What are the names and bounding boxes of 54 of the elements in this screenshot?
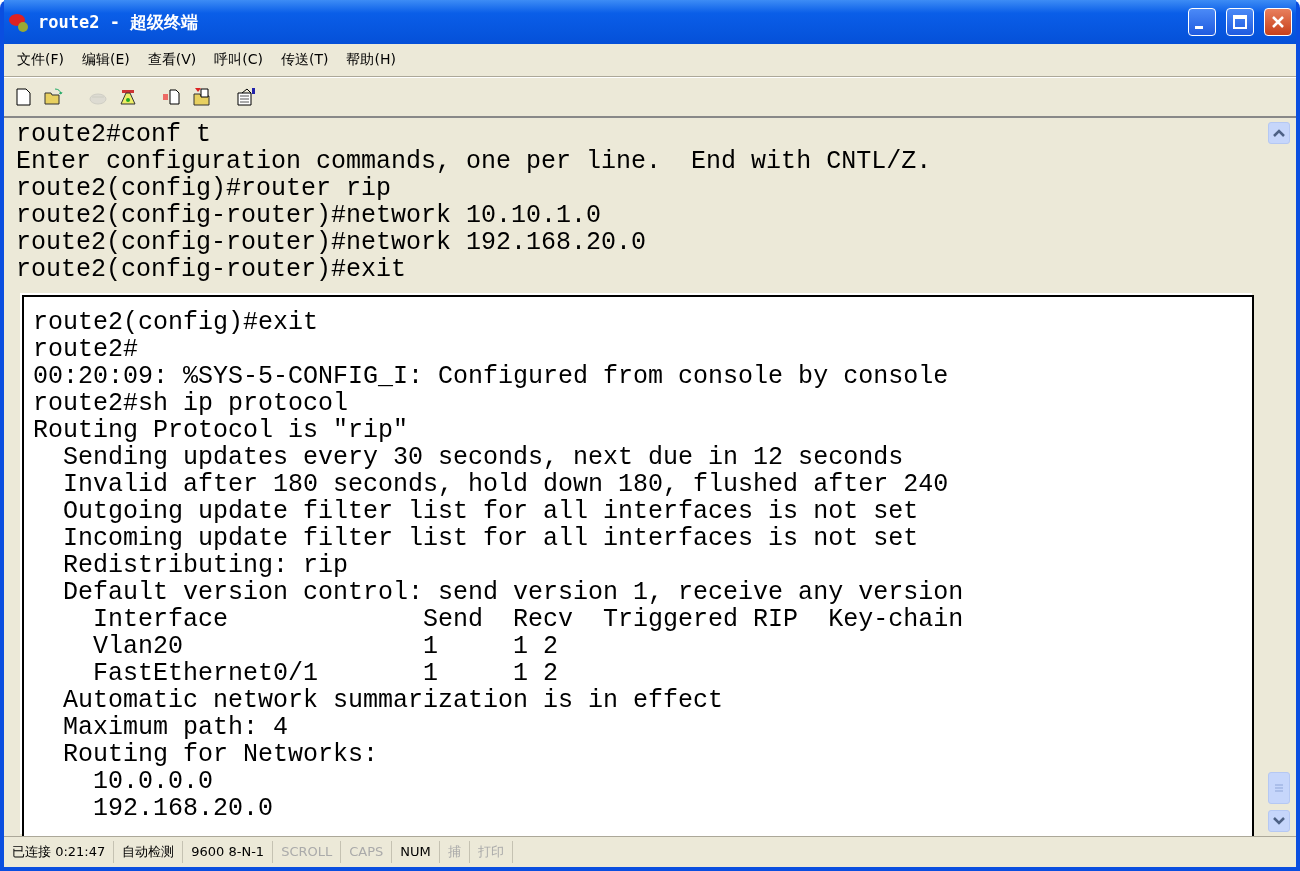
scroll-up-button[interactable] <box>1268 122 1290 144</box>
terminal-line: Default version control: send version 1, receive any version <box>62 579 965 606</box>
status-indicator: 打印 <box>469 841 513 863</box>
terminal-line: route2(config)#router rip <box>16 175 393 202</box>
maximize-icon <box>1233 15 1247 29</box>
terminal-line: Sending updates every 30 seconds, next due in 12 seconds <box>62 444 905 471</box>
menu-item[interactable]: 查看(V) <box>140 49 204 71</box>
scroll-down-button[interactable] <box>1268 810 1290 832</box>
terminal-line: FastEthernet0/1 1 1 2 <box>92 660 560 687</box>
terminal-line: route2(config-router)#network 10.10.1.0 <box>16 202 603 229</box>
menu-item[interactable]: 呼叫(C) <box>207 49 270 71</box>
status-indicator: 捕 <box>439 841 470 863</box>
terminal-line: route2#sh ip protocol <box>33 390 350 417</box>
minimize-icon <box>1195 25 1203 29</box>
terminal-line: Interface Send Recv Triggered RIP Key-chain <box>92 606 965 633</box>
terminal-line: route2(config-router)#network 192.168.20.0 <box>16 229 648 256</box>
chevron-up-icon <box>1273 129 1285 137</box>
terminal-line: route2(config)#exit <box>33 309 320 336</box>
status-indicator: 已连接 0:21:47 <box>4 841 115 863</box>
minimize-button[interactable] <box>1188 8 1216 36</box>
terminal-line: Enter configuration commands, one per line. End with CNTL/Z. <box>16 148 933 175</box>
terminal-line: route2(config-router)#exit <box>16 256 408 283</box>
terminal-line: Redistributing: rip <box>62 552 350 579</box>
terminal-line: Automatic network summarization is in effect <box>62 687 725 714</box>
window-title: route2 - 超级终端 <box>38 10 200 34</box>
close-button[interactable] <box>1264 8 1292 36</box>
terminal-line: Vlan20 1 1 2 <box>92 633 560 660</box>
terminal-line: Outgoing update filter list for all interfaces is not set <box>62 498 920 525</box>
scroll-thumb[interactable] <box>1268 772 1290 804</box>
close-icon <box>1271 15 1285 29</box>
status-indicator: SCROLL <box>273 841 342 863</box>
chevron-down-icon <box>1273 817 1285 825</box>
terminal-line: route2# <box>33 336 140 363</box>
status-indicator: 自动检测 <box>114 841 184 863</box>
terminal-line: Maximum path: 4 <box>62 714 290 741</box>
terminal-line: 00:20:09: %SYS-5-CONFIG_I: Configured from console by console <box>33 363 950 390</box>
terminal-line: Routing Protocol is "rip" <box>33 417 410 444</box>
maximize-button[interactable] <box>1226 8 1254 36</box>
app-icon <box>8 11 30 33</box>
menu-item[interactable]: 传送(T) <box>274 49 336 71</box>
terminal-line: route2#conf t <box>16 121 213 148</box>
grip-icon <box>1274 783 1284 793</box>
terminal-line: 192.168.20.0 <box>92 795 275 822</box>
terminal-line: Routing for Networks: <box>62 741 380 768</box>
status-indicator: NUM <box>392 841 440 863</box>
menu-item[interactable]: 帮助(H) <box>339 49 403 71</box>
terminal-line: 10.0.0.0 <box>92 768 215 795</box>
terminal-line: Incoming update filter list for all interfaces is not set <box>62 525 920 552</box>
terminal-line: Invalid after 180 seconds, hold down 180, flushed after 240 <box>62 471 950 498</box>
properties-icon[interactable] <box>234 85 258 109</box>
menu-item[interactable]: 文件(F) <box>10 49 71 71</box>
status-indicator: CAPS <box>341 841 393 863</box>
menu-item[interactable]: 编辑(E) <box>75 49 137 71</box>
status-indicator: 9600 8-N-1 <box>183 841 274 863</box>
